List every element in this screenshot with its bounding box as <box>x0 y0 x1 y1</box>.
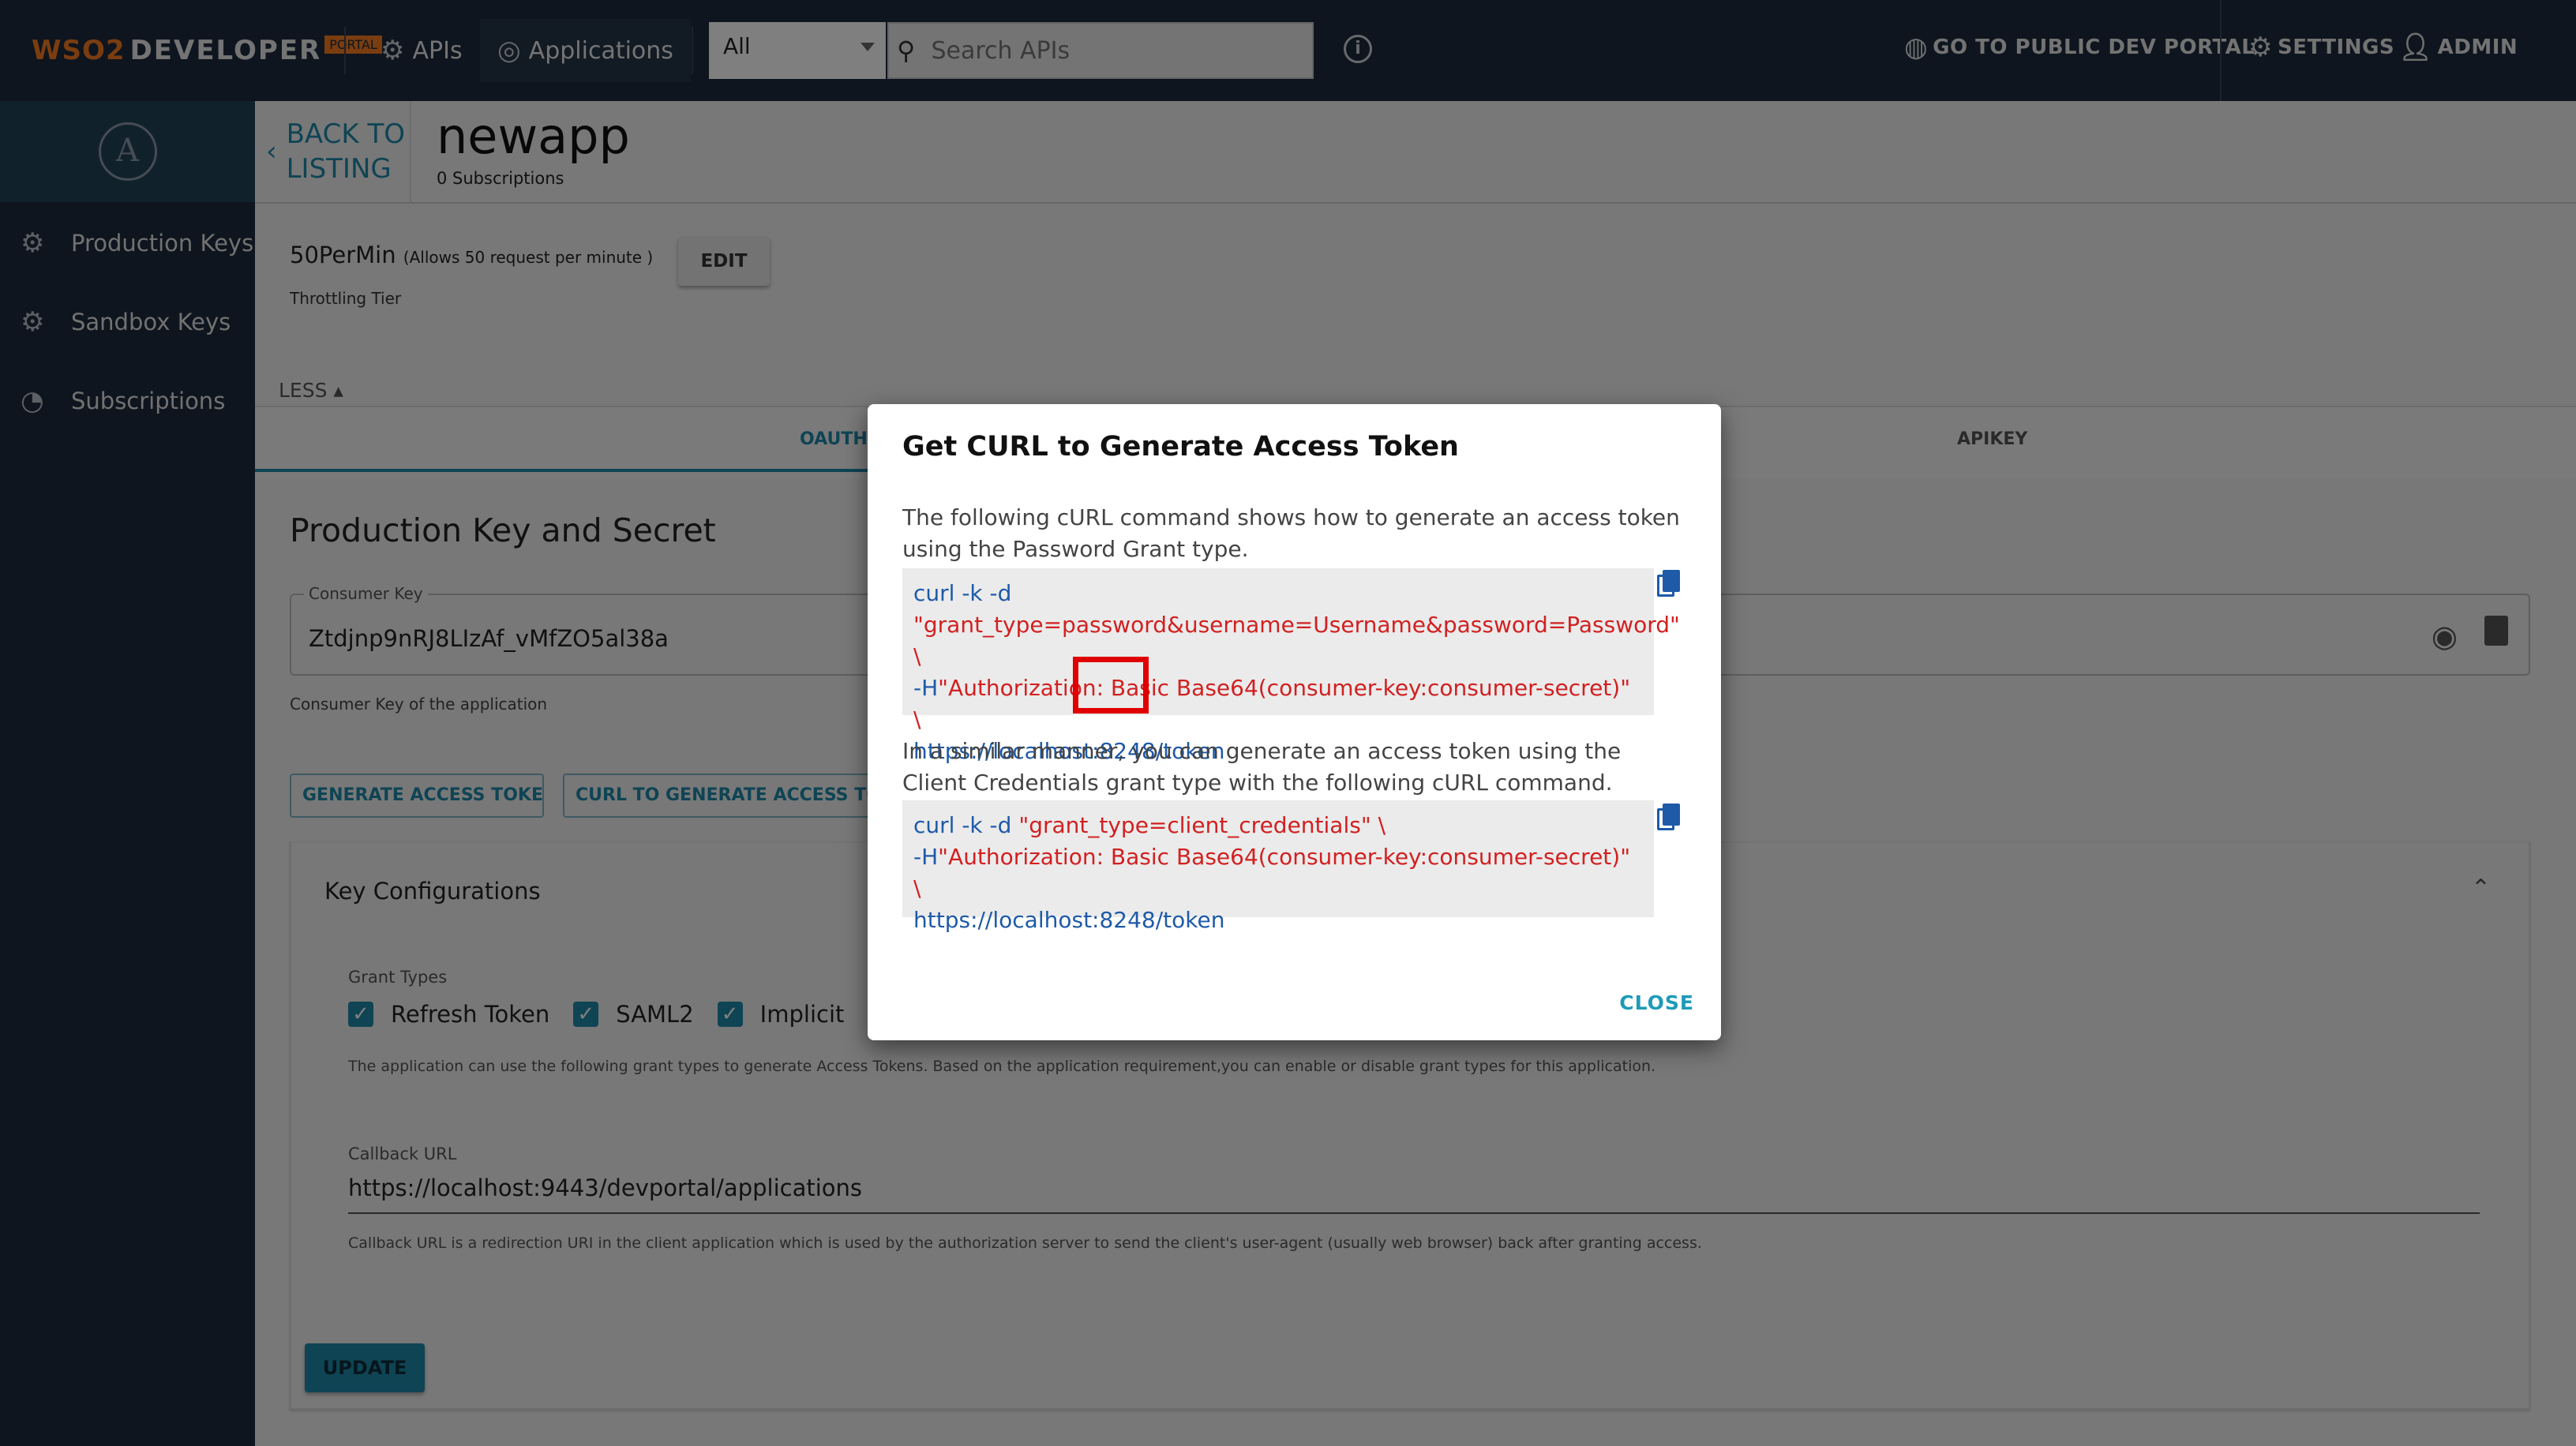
dialog-title: Get CURL to Generate Access Token <box>902 431 1459 463</box>
curl-line: "grant_type=password&username=Username&p… <box>913 612 1680 669</box>
curl-flag: -H <box>913 844 939 870</box>
curl-line: curl -k -d <box>913 580 1012 606</box>
dialog-middle-text: In a similar manner, you can generate an… <box>902 738 1622 796</box>
curl-command: curl -k -d <box>913 812 1019 838</box>
port-highlight-box <box>1073 657 1149 714</box>
curl-header: "Authorization: Basic Base64(consumer-ke… <box>913 844 1631 901</box>
curl-line: -H"Authorization: Basic Base64(consumer-… <box>913 672 1643 736</box>
dialog-intro: The following cURL command shows how to … <box>902 504 1680 562</box>
curl-dialog: Get CURL to Generate Access Token The fo… <box>868 404 1721 1040</box>
client-credentials-curl: curl -k -d "grant_type=client_credential… <box>902 800 1654 933</box>
curl-header: "Authorization: Basic Base64(consumer-ke… <box>913 675 1631 732</box>
curl-flag: -H <box>913 675 939 701</box>
curl-line: -H"Authorization: Basic Base64(consumer-… <box>913 841 1643 905</box>
copy-icon[interactable] <box>1657 570 1681 598</box>
close-button[interactable]: CLOSE <box>1619 991 1694 1014</box>
password-grant-curl: curl -k -d "grant_type=password&username… <box>902 568 1680 764</box>
curl-line: https://localhost:8248/token <box>913 907 1225 933</box>
copy-icon[interactable] <box>1657 804 1681 832</box>
curl-data: "grant_type=client_credentials" \ <box>1018 812 1386 838</box>
curl-line: curl -k -d "grant_type=client_credential… <box>913 810 1643 841</box>
